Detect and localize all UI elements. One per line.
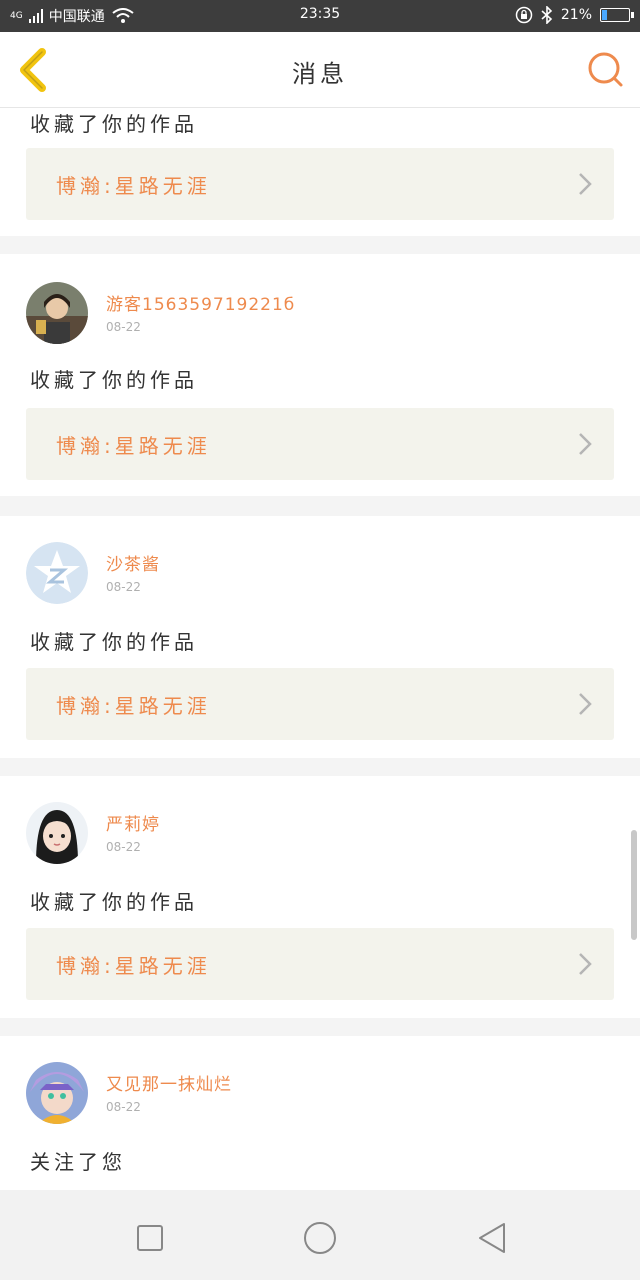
- message-card[interactable]: 收藏了你的作品 博瀚:星路无涯: [0, 108, 640, 236]
- nav-back-button[interactable]: [472, 1218, 512, 1258]
- battery-level: [602, 10, 607, 20]
- message-card[interactable]: 游客156359719221б 08-22 收藏了你的作品 博瀚:星路无涯: [0, 254, 640, 496]
- user-avatar[interactable]: [26, 802, 88, 864]
- user-avatar[interactable]: [26, 1062, 88, 1124]
- message-action: 收藏了你的作品: [30, 630, 198, 654]
- photo-avatar-icon: [26, 282, 88, 344]
- username[interactable]: 严莉婷: [106, 810, 160, 835]
- message-card[interactable]: 沙茶酱 08-22 收藏了你的作品 博瀚:星路无涯: [0, 516, 640, 758]
- battery-percent: 21%: [560, 7, 592, 23]
- battery-icon: [600, 8, 634, 22]
- back-triangle-icon: [479, 1223, 505, 1253]
- message-date: 08-22: [106, 840, 141, 854]
- work-link[interactable]: 博瀚:星路无涯: [26, 668, 614, 740]
- search-icon: [588, 52, 623, 87]
- anime-avatar-icon: [26, 1062, 88, 1124]
- chevron-right-icon: [579, 953, 592, 975]
- top-header: 消息: [0, 32, 640, 108]
- message-date: 08-22: [106, 1100, 141, 1114]
- message-action: 收藏了你的作品: [30, 890, 198, 914]
- username[interactable]: 又见那一抹灿烂: [106, 1070, 232, 1095]
- username[interactable]: 游客156359719221б: [106, 290, 295, 315]
- message-date: 08-22: [106, 320, 141, 334]
- recent-apps-icon: [137, 1225, 163, 1251]
- message-action: 关注了您: [30, 1150, 126, 1174]
- work-link[interactable]: 博瀚:星路无涯: [26, 148, 614, 220]
- search-button[interactable]: [586, 50, 626, 90]
- work-title: 博瀚:星路无涯: [56, 954, 211, 978]
- work-link[interactable]: 博瀚:星路无涯: [26, 408, 614, 480]
- chevron-right-icon: [579, 693, 592, 715]
- bluetooth-icon: [541, 6, 553, 24]
- work-link[interactable]: 博瀚:星路无涯: [26, 928, 614, 1000]
- girl-avatar-icon: [26, 802, 88, 864]
- qq-default-avatar-icon: [26, 542, 88, 604]
- work-title: 博瀚:星路无涯: [56, 174, 211, 198]
- user-avatar[interactable]: [26, 282, 88, 344]
- status-bar-right: 21%: [515, 6, 634, 24]
- scrollbar[interactable]: [631, 830, 637, 940]
- message-action: 收藏了你的作品: [30, 112, 198, 136]
- chevron-right-icon: [579, 173, 592, 195]
- system-nav-bar: [0, 1190, 640, 1280]
- work-title: 博瀚:星路无涯: [56, 434, 211, 458]
- chevron-right-icon: [579, 433, 592, 455]
- message-date: 08-22: [106, 580, 141, 594]
- home-button[interactable]: [300, 1218, 340, 1258]
- message-card[interactable]: 又见那一抹灿烂 08-22 关注了您: [0, 1036, 640, 1190]
- page-title: 消息: [292, 60, 348, 88]
- recent-apps-button[interactable]: [130, 1218, 170, 1258]
- user-avatar[interactable]: [26, 542, 88, 604]
- message-card[interactable]: 严莉婷 08-22 收藏了你的作品 博瀚:星路无涯: [0, 776, 640, 1018]
- status-bar: 4G 中国联通 23:35 21%: [0, 0, 640, 32]
- rotation-lock-icon: [515, 6, 533, 24]
- message-action: 收藏了你的作品: [30, 368, 198, 392]
- username[interactable]: 沙茶酱: [106, 550, 160, 575]
- message-list[interactable]: 收藏了你的作品 博瀚:星路无涯 游客156359719221б 08-22 收藏…: [0, 108, 640, 1190]
- work-title: 博瀚:星路无涯: [56, 694, 211, 718]
- home-icon: [304, 1222, 336, 1254]
